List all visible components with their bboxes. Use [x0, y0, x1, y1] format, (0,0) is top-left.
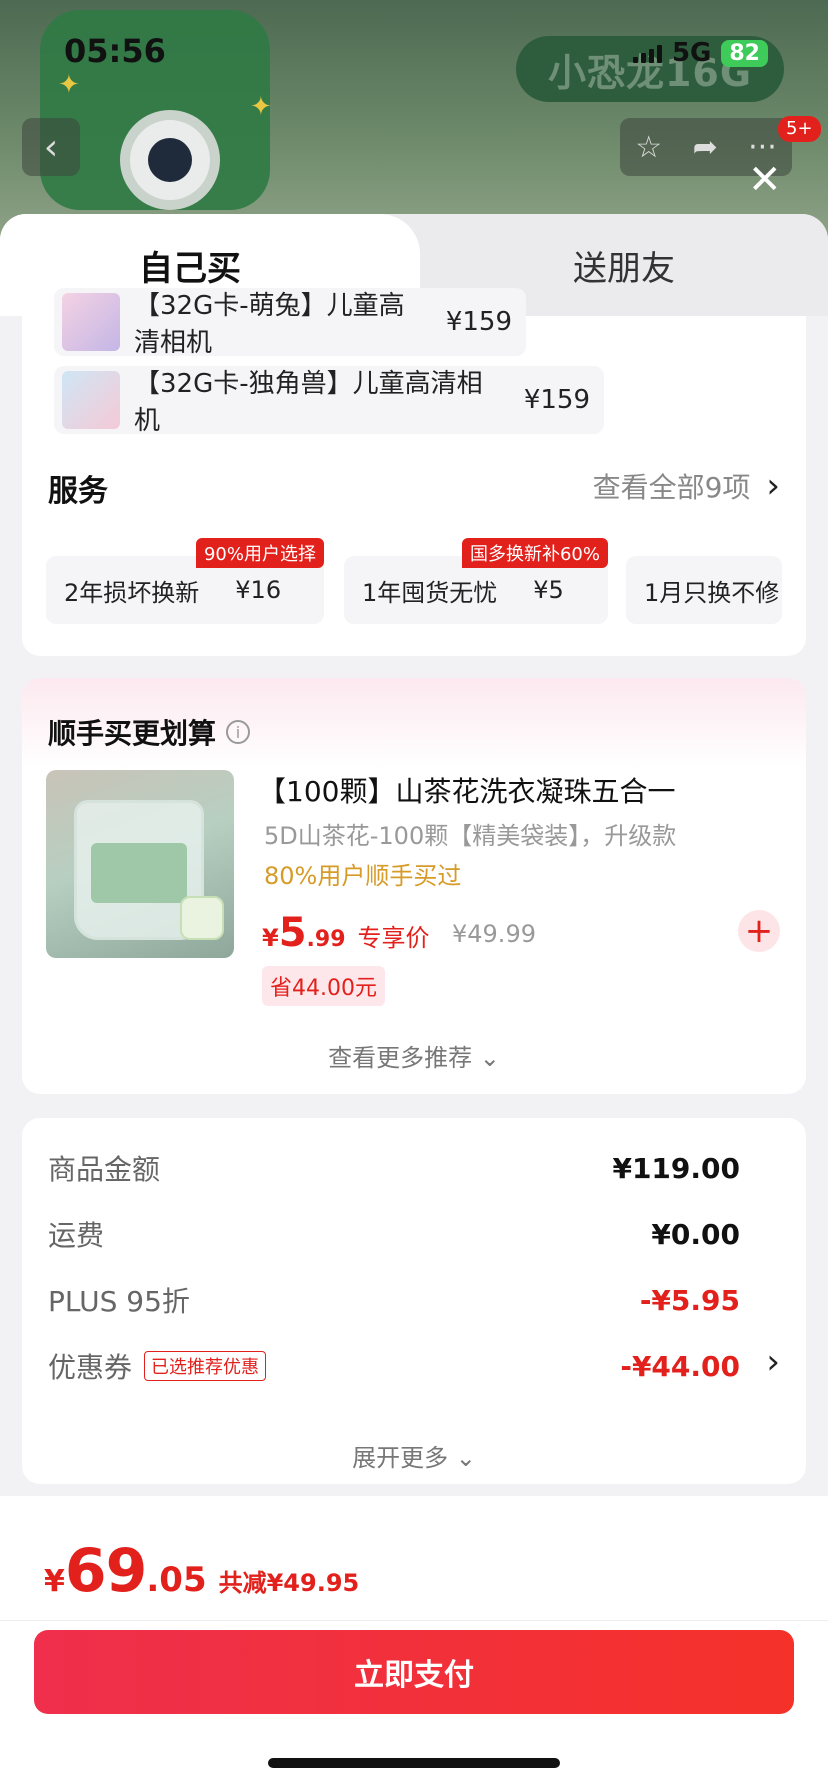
summary-row-coupon[interactable]: 优惠券 已选推荐优惠 -¥44.00 [48, 1346, 740, 1386]
variant-price: ¥159 [523, 385, 590, 415]
variant-option[interactable]: 【32G卡-独角兽】儿童高清相机 ¥159 [54, 366, 604, 436]
chevron-right-icon[interactable]: › [766, 1342, 780, 1382]
total-symbol: ¥ [44, 1564, 65, 1599]
price-summary-card: 商品金额 ¥119.00 运费 ¥0.00 PLUS 95折 -¥5.95 优惠… [22, 1118, 806, 1484]
addon-product-name[interactable]: 【100颗】山茶花洗衣凝珠五合一 [258, 770, 675, 810]
summary-row-shipping: 运费 ¥0.00 [48, 1214, 740, 1254]
services-title: 服务 [48, 474, 108, 509]
message-badge: 5+ [778, 116, 821, 142]
original-price: ¥49.99 [452, 920, 536, 948]
expand-more-link[interactable]: 展开更多 ⌄ [22, 1438, 806, 1473]
more-recommendations-link[interactable]: 查看更多推荐 ⌄ [22, 1038, 806, 1073]
service-name: 1年囤货无忧 [362, 578, 498, 607]
service-price: ¥5 [533, 576, 564, 604]
share-icon[interactable]: ➦ [693, 130, 718, 165]
service-tag: 国多换新补60% [461, 538, 608, 568]
summary-value: -¥44.00 [620, 1349, 740, 1383]
coupon-tag: 已选推荐优惠 [144, 1351, 267, 1381]
network-label: 5G [671, 38, 712, 68]
save-badge: 省44.00元 [262, 966, 385, 1006]
variant-thumbnail [62, 371, 120, 429]
service-name: 2年损坏换新 [64, 578, 200, 607]
divider [0, 1620, 828, 1621]
sparkle-icon: ✦ [58, 70, 80, 100]
pay-bar: ¥ 69 .05 共减¥49.95 立即支付 [0, 1496, 828, 1792]
service-tag: 90%用户选择 [195, 538, 324, 568]
services-view-all-label: 查看全部9项 [592, 471, 751, 504]
battery-icon: 82 [721, 39, 768, 67]
price-symbol: ¥ [262, 924, 279, 952]
camera-lens-graphic [120, 110, 220, 210]
addon-title-label: 顺手买更划算 [48, 717, 217, 750]
coupon-label-group: 优惠券 已选推荐优惠 [48, 1346, 267, 1386]
price-tag: 专享价 [357, 924, 430, 952]
chevron-down-icon: ⌄ [479, 1044, 500, 1072]
summary-label: PLUS 95折 [48, 1285, 190, 1318]
addon-product-hint: 80%用户顺手买过 [264, 862, 462, 890]
total-reduction: 共减¥49.95 [218, 1569, 360, 1597]
chevron-right-icon: › [766, 466, 780, 506]
service-option[interactable]: 90%用户选择 2年损坏换新 ¥16 [46, 538, 324, 624]
checkout-sheet: 自己买 送朋友 【32G卡-萌兔】儿童高清相机 ¥159 【32G卡-独角兽】儿… [0, 214, 828, 1792]
variant-name: 【32G卡-萌兔】儿童高清相机 [134, 291, 405, 358]
service-name: 1月只换不修 [644, 578, 780, 607]
more-recommendations-label: 查看更多推荐 [328, 1044, 473, 1072]
addon-product-image[interactable] [46, 770, 234, 958]
back-button[interactable]: ‹ [22, 118, 80, 176]
expand-more-label: 展开更多 [352, 1444, 449, 1472]
home-indicator [268, 1758, 560, 1768]
chevron-down-icon: ⌄ [455, 1444, 476, 1472]
summary-value: ¥0.00 [651, 1217, 740, 1251]
total-integer: 69 [64, 1536, 147, 1606]
price-decimal: .99 [306, 927, 346, 952]
close-icon[interactable]: ✕ [748, 160, 782, 200]
signal-icon [632, 43, 662, 63]
variant-option[interactable]: 【32G卡-萌兔】儿童高清相机 ¥159 [54, 288, 526, 358]
services-view-all[interactable]: 查看全部9项 › [593, 466, 780, 506]
add-to-order-button[interactable]: + [738, 910, 780, 952]
info-icon[interactable]: i [226, 720, 251, 744]
addon-product-spec: 5D山茶花-100颗【精美袋装】，升级款 [264, 822, 677, 850]
service-option[interactable]: 1月只换不修 [626, 556, 782, 624]
star-icon[interactable]: ☆ [635, 130, 662, 165]
status-time: 05:56 [64, 32, 166, 70]
plus-icon: + [744, 911, 774, 951]
summary-value: ¥119.00 [612, 1151, 740, 1185]
total-price: ¥ 69 .05 共减¥49.95 [44, 1536, 359, 1606]
variant-thumbnail [62, 293, 120, 351]
variant-name: 【32G卡-独角兽】儿童高清相机 [134, 369, 483, 436]
total-decimal: .05 [146, 1560, 207, 1600]
pod-graphic [180, 896, 224, 940]
sparkle-icon: ✦ [250, 92, 272, 122]
addon-title: 顺手买更划算 i [48, 712, 251, 752]
chevron-left-icon: ‹ [43, 126, 59, 168]
summary-label: 优惠券 [48, 1351, 133, 1384]
summary-row-plus: PLUS 95折 -¥5.95 [48, 1280, 740, 1320]
summary-label: 运费 [48, 1219, 105, 1252]
product-options-card: 【32G卡-萌兔】儿童高清相机 ¥159 【32G卡-独角兽】儿童高清相机 ¥1… [22, 288, 806, 656]
addon-price: ¥ 5 .99 专享价 [262, 910, 430, 956]
summary-row-goods: 商品金额 ¥119.00 [48, 1148, 740, 1188]
variant-price: ¥159 [445, 307, 512, 337]
status-bar-right: 5G 82 [632, 38, 768, 68]
service-price: ¥16 [235, 576, 282, 604]
summary-value: -¥5.95 [639, 1283, 740, 1317]
service-option[interactable]: 国多换新补60% 1年囤货无忧 ¥5 [344, 538, 608, 624]
addon-card: 顺手买更划算 i 【100颗】山茶花洗衣凝珠五合一 5D山茶花-100颗【精美袋… [22, 678, 806, 1094]
summary-label: 商品金额 [48, 1153, 161, 1186]
pay-now-button[interactable]: 立即支付 [34, 1630, 794, 1714]
price-integer: 5 [278, 910, 307, 956]
